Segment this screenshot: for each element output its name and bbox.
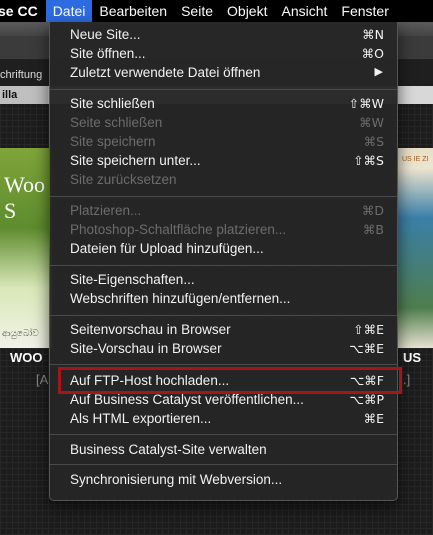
- menu-item-close-page: Seite schließen ⌘W: [50, 113, 397, 132]
- menu-fenster[interactable]: Fenster: [334, 0, 395, 22]
- thumbnail-caption-right: US: [403, 350, 422, 365]
- menu-item-label: Neue Site...: [70, 27, 141, 42]
- menu-item-label: Als HTML exportieren...: [70, 411, 212, 426]
- menu-separator: [50, 89, 397, 90]
- menu-item-shortcut: ⌘B: [362, 222, 384, 237]
- menu-item-label: Site öffnen...: [70, 46, 146, 61]
- menu-separator: [50, 364, 397, 365]
- menu-bearbeiten[interactable]: Bearbeiten: [92, 0, 174, 22]
- thumbnail-caption-left: WOO: [10, 350, 43, 365]
- menu-item-shortcut: ⌘W: [359, 115, 384, 130]
- menu-item-label: Auf FTP-Host hochladen...: [70, 373, 230, 388]
- menu-item-shortcut: ⌘O: [361, 46, 384, 61]
- menu-item-preview-page-in-browser[interactable]: Seitenvorschau in Browser ⇧⌘E: [50, 320, 397, 339]
- menu-item-shortcut: ⌥⌘F: [349, 373, 384, 388]
- menu-item-shortcut: ⇧⌘S: [353, 153, 384, 168]
- toolbar-label: chriftung: [0, 69, 43, 81]
- app-menu-title[interactable]: se CC: [0, 3, 46, 19]
- menu-item-label: Seite schließen: [70, 115, 163, 130]
- menu-seite[interactable]: Seite: [174, 0, 220, 22]
- menu-item-web-fonts[interactable]: Webschriften hinzufügen/entfernen...: [50, 289, 397, 308]
- menu-item-save-site: Site speichern ⌘S: [50, 132, 397, 151]
- thumbnail-title-left: Woo S: [4, 172, 46, 223]
- menu-item-new-site[interactable]: Neue Site... ⌘N: [50, 25, 397, 44]
- menu-item-label: Platzieren...: [70, 203, 142, 218]
- menu-item-export-html[interactable]: Als HTML exportieren... ⌘E: [50, 409, 397, 428]
- menu-ansicht[interactable]: Ansicht: [274, 0, 334, 22]
- menu-item-label: Business Catalyst-Site verwalten: [70, 442, 267, 457]
- menu-item-open-recent[interactable]: Zuletzt verwendete Datei öffnen ▶: [50, 63, 397, 82]
- menu-item-shortcut: ⌘E: [363, 411, 384, 426]
- site-thumbnail-right[interactable]: US IE ZI: [398, 148, 433, 348]
- menu-separator: [50, 434, 397, 435]
- menu-datei[interactable]: Datei: [45, 0, 93, 22]
- menu-item-shortcut: ⌘N: [362, 27, 384, 42]
- thumbnail-footer-left: ආයුබෝව: [2, 328, 39, 338]
- menu-separator: [50, 265, 397, 266]
- menu-item-label: Seitenvorschau in Browser: [70, 322, 231, 337]
- menu-item-label: Zuletzt verwendete Datei öffnen: [70, 65, 261, 80]
- menu-item-label: Dateien für Upload hinzufügen...: [70, 241, 264, 256]
- menu-separator: [50, 464, 397, 465]
- site-thumbnail-left[interactable]: Woo S ආයුබෝව: [0, 148, 52, 348]
- thumbnail-title-right: US IE ZI: [402, 156, 429, 163]
- menu-item-save-site-as[interactable]: Site speichern unter... ⇧⌘S: [50, 151, 397, 170]
- menu-item-open-site[interactable]: Site öffnen... ⌘O: [50, 44, 397, 63]
- menu-item-revert-site: Site zurücksetzen: [50, 170, 397, 189]
- menu-item-label: Site schließen: [70, 96, 155, 111]
- menu-item-label: Site speichern unter...: [70, 153, 201, 168]
- panel-tab[interactable]: illa: [0, 86, 48, 104]
- menu-item-label: Site zurücksetzen: [70, 172, 177, 187]
- menu-item-label: Site-Vorschau in Browser: [70, 341, 222, 356]
- menu-item-label: Webschriften hinzufügen/entfernen...: [70, 291, 291, 306]
- menu-item-shortcut: ⇧⌘E: [353, 322, 384, 337]
- menu-item-place: Platzieren... ⌘D: [50, 201, 397, 220]
- menu-separator: [50, 196, 397, 197]
- menu-item-label: Synchronisierung mit Webversion...: [70, 472, 283, 487]
- thumbnail-subcaption-right: .]: [403, 372, 411, 387]
- menu-item-shortcut: ⌘D: [361, 203, 384, 218]
- menu-item-label: Site-Eigenschaften...: [70, 272, 195, 287]
- submenu-arrow-icon: ▶: [374, 66, 383, 78]
- menu-item-sync-with-web-version[interactable]: Synchronisierung mit Webversion...: [50, 470, 397, 489]
- menu-separator: [50, 315, 397, 316]
- menu-item-manage-business-catalyst-site[interactable]: Business Catalyst-Site verwalten: [50, 440, 397, 459]
- menu-item-close-site[interactable]: Site schließen ⇧⌘W: [50, 94, 397, 113]
- menu-bar: se CC Datei Bearbeiten Seite Objekt Ansi…: [0, 0, 433, 22]
- menu-item-shortcut: ⇧⌘W: [348, 96, 384, 111]
- menu-item-label: Auf Business Catalyst veröffentlichen...: [70, 392, 304, 407]
- menu-item-label: Site speichern: [70, 134, 156, 149]
- menu-objekt[interactable]: Objekt: [220, 0, 274, 22]
- file-menu-dropdown: Neue Site... ⌘N Site öffnen... ⌘O Zuletz…: [49, 22, 398, 501]
- menu-item-upload-to-ftp[interactable]: Auf FTP-Host hochladen... ⌥⌘F: [50, 371, 397, 390]
- menu-item-preview-site-in-browser[interactable]: Site-Vorschau in Browser ⌥⌘E: [50, 339, 397, 358]
- menu-item-shortcut: ⌥⌘E: [349, 341, 384, 356]
- menu-item-add-files-for-upload[interactable]: Dateien für Upload hinzufügen...: [50, 239, 397, 258]
- menu-item-place-photoshop-button: Photoshop-Schaltfläche platzieren... ⌘B: [50, 220, 397, 239]
- menu-item-label: Photoshop-Schaltfläche platzieren...: [70, 222, 287, 237]
- menu-item-site-properties[interactable]: Site-Eigenschaften...: [50, 270, 397, 289]
- menu-item-shortcut: ⌘S: [363, 134, 384, 149]
- thumbnail-subcaption-left: [A: [36, 372, 49, 387]
- menu-item-shortcut: ⌥⌘P: [349, 392, 384, 407]
- menu-item-publish-business-catalyst[interactable]: Auf Business Catalyst veröffentlichen...…: [50, 390, 397, 409]
